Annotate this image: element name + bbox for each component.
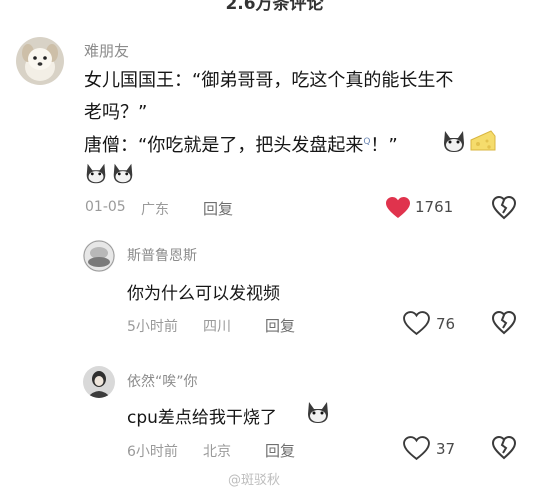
comment-location: 广东 (141, 202, 169, 218)
comment-username[interactable]: 难朋友 (84, 40, 129, 61)
reply-location: 北京 (203, 444, 231, 460)
avatar[interactable] (83, 366, 115, 398)
dislike-broken-heart-icon (491, 195, 517, 220)
heart-filled-icon (386, 197, 410, 218)
like-button[interactable] (385, 196, 411, 224)
cat-emoji (110, 160, 136, 190)
like-button[interactable] (403, 311, 430, 340)
reply-avatar-image (83, 366, 115, 398)
dislike-button[interactable] (491, 310, 517, 340)
like-count: 76 (436, 315, 456, 333)
reply-avatar-image (83, 240, 115, 272)
watermark: @斑驳秋 (228, 473, 281, 488)
cat-emoji (440, 127, 468, 159)
dislike-broken-heart-icon (491, 435, 517, 460)
heart-outline-icon (403, 311, 430, 336)
comment-text-line-3-end: ！” (370, 135, 398, 156)
heart-outline-icon (403, 436, 430, 461)
like-count: 1761 (415, 198, 454, 216)
reply-username[interactable]: 斯普鲁恩斯 (127, 245, 197, 265)
reply-text: cpu差点给我干烧了 (127, 408, 277, 428)
comment-text-line-3: 唐僧：“你吃就是了，把头发盘起来Q！” (84, 131, 398, 157)
dislike-broken-heart-icon (491, 310, 517, 335)
like-button[interactable] (403, 436, 430, 465)
reply-button[interactable]: 回复 (265, 440, 295, 461)
reply-button[interactable]: 回复 (203, 198, 233, 219)
comment-count-header: 2.6万条评论 (225, 0, 324, 14)
comment-text-line-1: 女儿国国王：“御弟哥哥，吃这个真的能长生不 (84, 70, 454, 91)
reply-text: 你为什么可以发视频 (127, 284, 280, 304)
reply-time: 5小时前 (127, 319, 178, 335)
reply-button[interactable]: 回复 (265, 315, 295, 336)
reply-username[interactable]: 依然“唉”你 (127, 371, 198, 391)
dislike-button[interactable] (491, 195, 517, 225)
reply-location: 四川 (203, 319, 231, 335)
cheese-emoji (469, 128, 497, 158)
comment-text-line-3-body: 唐僧：“你吃就是了，把头发盘起来 (84, 135, 364, 156)
comment-date: 01-05 (85, 199, 126, 215)
avatar[interactable] (16, 37, 64, 85)
dog-avatar-image (16, 37, 64, 85)
comment-text-line-2: 老吗？” (84, 102, 148, 123)
dislike-button[interactable] (491, 435, 517, 465)
cat-emoji (304, 398, 332, 430)
avatar[interactable] (83, 240, 115, 272)
like-count: 37 (436, 440, 456, 458)
reply-time: 6小时前 (127, 444, 178, 460)
cat-emoji (83, 160, 109, 190)
